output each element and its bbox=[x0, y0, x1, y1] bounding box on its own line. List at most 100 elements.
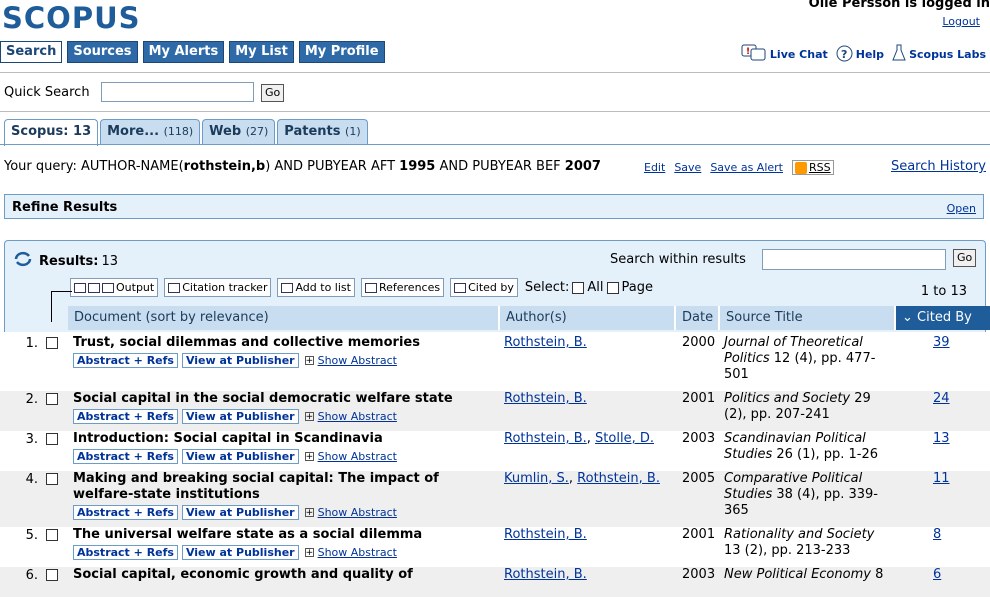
view-at-publisher-button[interactable]: View at Publisher bbox=[181, 449, 299, 464]
live-chat-link[interactable]: ! Live Chat bbox=[741, 44, 828, 65]
row-number: 1. bbox=[25, 336, 38, 351]
add-to-list-button[interactable]: Add to list bbox=[277, 278, 355, 297]
row-checkbox[interactable] bbox=[46, 529, 58, 541]
results-label: Results: bbox=[39, 253, 99, 269]
citation-tracker-button[interactable]: Citation tracker bbox=[164, 278, 272, 297]
abstract-refs-button[interactable]: Abstract + Refs bbox=[73, 505, 178, 520]
tab-web[interactable]: Web (27) bbox=[202, 119, 276, 144]
rss-button[interactable]: RSS bbox=[791, 160, 834, 175]
date-cell: 2003 bbox=[682, 567, 716, 582]
rss-label: RSS bbox=[808, 161, 831, 174]
view-at-publisher-button[interactable]: View at Publisher bbox=[181, 409, 299, 424]
table-row: 1. Trust, social dilemmas and collective… bbox=[0, 335, 990, 387]
labs-icon bbox=[892, 44, 906, 65]
view-at-publisher-button[interactable]: View at Publisher bbox=[181, 353, 299, 368]
tab-patents[interactable]: Patents (1) bbox=[277, 119, 368, 144]
view-at-publisher-button[interactable]: View at Publisher bbox=[181, 545, 299, 560]
row-checkbox[interactable] bbox=[46, 473, 58, 485]
nav-search[interactable]: Search bbox=[0, 41, 63, 63]
nav-my-profile[interactable]: My Profile bbox=[298, 41, 385, 63]
cited-by-count[interactable]: 6 bbox=[933, 567, 941, 582]
author-link[interactable]: Rothstein, B. bbox=[504, 567, 587, 582]
row-checkbox[interactable] bbox=[46, 337, 58, 349]
show-abstract-link[interactable]: Show Abstract bbox=[318, 354, 397, 367]
author-link[interactable]: Rothstein, B. bbox=[504, 431, 587, 446]
document-title[interactable]: The universal welfare state as a social … bbox=[73, 527, 497, 543]
help-icon: ? bbox=[836, 45, 853, 65]
tab-more[interactable]: More... (118) bbox=[100, 119, 201, 144]
svg-text:!: ! bbox=[746, 47, 750, 57]
author-link[interactable]: Kumlin, S. bbox=[504, 471, 569, 486]
col-source[interactable]: Source Title bbox=[720, 306, 896, 330]
document-title[interactable]: Making and breaking social capital: The … bbox=[73, 471, 497, 503]
row-number: 2. bbox=[25, 392, 38, 407]
author-link[interactable]: Rothstein, B. bbox=[504, 335, 587, 350]
col-authors[interactable]: Author(s) bbox=[500, 306, 676, 330]
tab-scopus[interactable]: Scopus: 13 bbox=[4, 119, 99, 146]
row-checkbox[interactable] bbox=[46, 433, 58, 445]
scopus-labs-link[interactable]: Scopus Labs bbox=[892, 44, 986, 65]
scopus-logo[interactable]: SCOPUS bbox=[2, 2, 172, 34]
cited-by-count[interactable]: 8 bbox=[933, 527, 941, 542]
save-link[interactable]: Save bbox=[674, 161, 701, 175]
output-button[interactable]: Output bbox=[70, 278, 159, 297]
date-cell: 2001 bbox=[682, 527, 716, 542]
references-button[interactable]: References bbox=[360, 278, 445, 297]
document-title[interactable]: Introduction: Social capital in Scandina… bbox=[73, 431, 497, 447]
refine-open-link[interactable]: Open bbox=[947, 202, 976, 215]
row-checkbox[interactable] bbox=[46, 569, 58, 581]
save-alert-link[interactable]: Save as Alert bbox=[710, 161, 783, 175]
export-icon bbox=[74, 282, 86, 293]
nav-my-alerts[interactable]: My Alerts bbox=[142, 41, 225, 63]
document-title[interactable]: Trust, social dilemmas and collective me… bbox=[73, 335, 497, 351]
row-actions: Abstract + Refs View at Publisher + Show… bbox=[73, 409, 397, 424]
edit-link[interactable]: Edit bbox=[644, 161, 665, 175]
tab-more-label: More... bbox=[107, 124, 160, 139]
abstract-refs-button[interactable]: Abstract + Refs bbox=[73, 545, 178, 560]
expand-icon[interactable]: + bbox=[304, 548, 314, 558]
abstract-refs-button[interactable]: Abstract + Refs bbox=[73, 409, 178, 424]
help-link[interactable]: ? Help bbox=[836, 45, 884, 65]
col-cited-by[interactable]: ⌄ Cited By bbox=[896, 306, 990, 330]
author-link[interactable]: Rothstein, B. bbox=[504, 527, 587, 542]
col-document[interactable]: Document (sort by relevance) bbox=[68, 306, 500, 330]
cited-by-count[interactable]: 13 bbox=[933, 431, 950, 446]
nav-sources[interactable]: Sources bbox=[67, 41, 138, 63]
show-abstract-link[interactable]: Show Abstract bbox=[318, 546, 397, 559]
author-link[interactable]: Rothstein, B. bbox=[577, 471, 660, 486]
show-abstract-link[interactable]: Show Abstract bbox=[318, 410, 397, 423]
expand-icon[interactable]: + bbox=[304, 356, 314, 366]
print-icon bbox=[88, 282, 100, 293]
abstract-refs-button[interactable]: Abstract + Refs bbox=[73, 353, 178, 368]
show-abstract-link[interactable]: Show Abstract bbox=[318, 506, 397, 519]
expand-icon[interactable]: + bbox=[304, 412, 314, 422]
author-link[interactable]: Stolle, D. bbox=[595, 431, 654, 446]
search-history-link[interactable]: Search History bbox=[891, 159, 986, 174]
nav-my-list[interactable]: My List bbox=[229, 41, 294, 63]
select-page-checkbox[interactable] bbox=[606, 281, 619, 294]
cited-by-button[interactable]: Cited by bbox=[450, 278, 518, 297]
col-date[interactable]: Date bbox=[676, 306, 720, 330]
cited-by-count[interactable]: 11 bbox=[933, 471, 950, 486]
expand-icon[interactable]: + bbox=[304, 508, 314, 518]
row-checkbox[interactable] bbox=[46, 393, 58, 405]
search-within-go-button[interactable]: Go bbox=[953, 249, 977, 267]
quick-search-go-button[interactable]: Go bbox=[261, 84, 285, 102]
quick-search-input[interactable] bbox=[101, 82, 254, 102]
source-cell: New Political Economy 8 bbox=[724, 567, 894, 583]
show-abstract-link[interactable]: Show Abstract bbox=[318, 450, 397, 463]
query-prefix: Your query: AUTHOR-NAME( bbox=[4, 159, 184, 174]
author-link[interactable]: Rothstein, B. bbox=[504, 391, 587, 406]
select-all-checkbox[interactable] bbox=[572, 281, 585, 294]
citation-tracker-label: Citation tracker bbox=[182, 281, 268, 294]
document-title[interactable]: Social capital, economic growth and qual… bbox=[73, 567, 497, 583]
logout-link[interactable]: Logout bbox=[942, 15, 980, 28]
abstract-refs-button[interactable]: Abstract + Refs bbox=[73, 449, 178, 464]
document-title[interactable]: Social capital in the social democratic … bbox=[73, 391, 497, 407]
expand-icon[interactable]: + bbox=[304, 452, 314, 462]
sort-desc-icon: ⌄ bbox=[902, 310, 918, 325]
cited-by-count[interactable]: 39 bbox=[933, 335, 950, 350]
search-within-input[interactable] bbox=[762, 249, 946, 270]
cited-by-count[interactable]: 24 bbox=[933, 391, 950, 406]
view-at-publisher-button[interactable]: View at Publisher bbox=[181, 505, 299, 520]
